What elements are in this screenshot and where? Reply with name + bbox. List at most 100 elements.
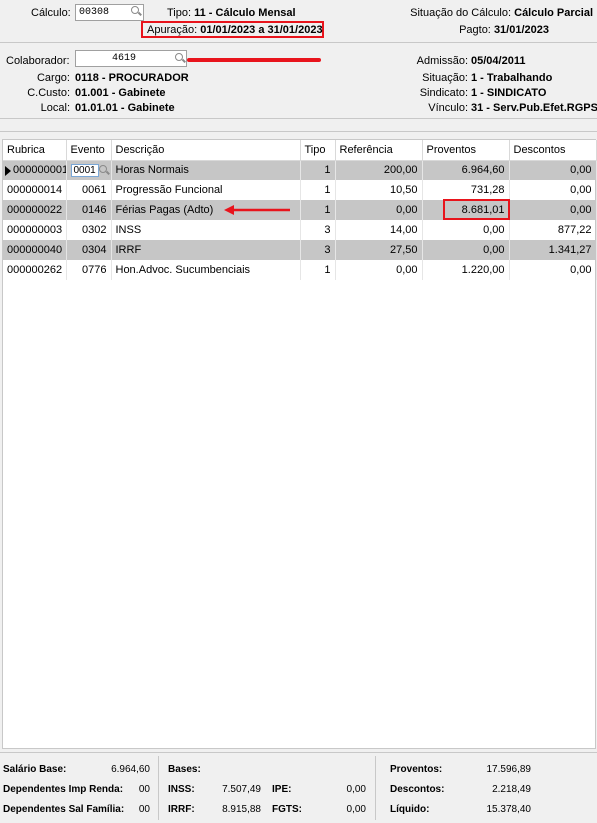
descricao-cell[interactable]: INSS [111, 220, 301, 240]
table-row[interactable]: 000000014 0061 Progressão Funcional 1 10… [3, 180, 597, 200]
situacao-calculo-row: Situação do Cálculo: Cálculo Parcial [384, 7, 593, 19]
calculo-value: 00308 [79, 7, 110, 18]
evento-cell[interactable]: 0146 [66, 200, 112, 220]
referencia-cell[interactable]: 0,00 [335, 260, 423, 280]
vinculo-value: 31 - Serv.Pub.Efet.RGPS [471, 102, 597, 114]
tipo-cell[interactable]: 3 [300, 220, 336, 240]
table-header-row: Rubrica Evento Descrição Tipo Referência… [3, 140, 597, 161]
tipo-cell[interactable]: 1 [300, 180, 336, 200]
evento-cell[interactable]: 0776 [66, 260, 112, 280]
evento-cell[interactable]: 0304 [66, 240, 112, 260]
inss-label: INSS: [168, 784, 195, 795]
rubrica-cell[interactable]: 000000003 [3, 220, 67, 240]
table-row[interactable]: 000000262 0776 Hon.Advoc. Sucumbenciais … [3, 260, 597, 280]
descricao-cell[interactable]: Progressão Funcional [111, 180, 301, 200]
pagto-value: 31/01/2023 [493, 24, 549, 36]
current-row-indicator-icon [5, 165, 11, 176]
table-row[interactable]: 000000040 0304 IRRF 3 27,50 0,00 1.341,2… [3, 240, 597, 260]
referencia-cell[interactable]: 0,00 [335, 200, 423, 220]
descontos-cell[interactable]: 877,22 [509, 220, 597, 240]
proventos-cell[interactable]: 6.964,60 [422, 160, 510, 180]
col-header-rubrica[interactable]: Rubrica [3, 140, 67, 161]
referencia-cell[interactable]: 14,00 [335, 220, 423, 240]
proventos-cell[interactable]: 731,28 [422, 180, 510, 200]
ccusto-label: C.Custo: [27, 87, 70, 99]
descontos-cell[interactable]: 0,00 [509, 180, 597, 200]
col-header-descontos[interactable]: Descontos [509, 140, 597, 161]
table-row[interactable]: 000000001 0001 Horas Normais 1 200,00 6.… [3, 160, 597, 180]
rubrica-cell[interactable]: 000000001 [3, 160, 67, 180]
dep-ir-label: Dependentes Imp Renda: [3, 784, 124, 795]
proventos-total-label: Proventos: [390, 764, 443, 775]
colaborador-value: 4619 [112, 53, 137, 64]
descontos-cell[interactable]: 0,00 [509, 260, 597, 280]
inss-value: 7.507,49 [222, 784, 261, 795]
redaction-bar [187, 58, 321, 62]
descricao-cell[interactable]: IRRF [111, 240, 301, 260]
rubrica-cell[interactable]: 000000262 [3, 260, 67, 280]
evento-cell[interactable]: 0302 [66, 220, 112, 240]
evento-cell[interactable]: 0001 [66, 160, 112, 180]
vinculo-label: Vínculo: [428, 102, 468, 114]
bases-label: Bases: [168, 764, 201, 775]
col-header-proventos[interactable]: Proventos [422, 140, 510, 161]
sindicato-label: Sindicato: [419, 87, 468, 99]
tipo-cell[interactable]: 1 [300, 200, 336, 220]
rubrica-cell[interactable]: 000000014 [3, 180, 67, 200]
cargo-label: Cargo: [36, 72, 70, 84]
header-divider [0, 42, 597, 43]
descontos-cell[interactable]: 0,00 [509, 200, 597, 220]
tipo-label: Tipo: [167, 7, 192, 19]
descricao-cell[interactable]: Horas Normais [111, 160, 301, 180]
footer-divider-2 [375, 756, 376, 820]
fgts-value: 0,00 [346, 804, 366, 815]
apuracao-row: Apuração: 01/01/2023 a 31/01/2023 [147, 24, 323, 36]
tipo-cell[interactable]: 1 [300, 160, 336, 180]
tipo-cell[interactable]: 1 [300, 260, 336, 280]
salario-base-label: Salário Base: [3, 764, 67, 775]
situacao-calculo-label: Situação do Cálculo: [410, 7, 512, 19]
proventos-cell[interactable]: 1.220,00 [422, 260, 510, 280]
irrf-label: IRRF: [168, 804, 195, 815]
colaborador-label: Colaborador: [6, 55, 70, 67]
apuracao-value: 01/01/2023 a 31/01/2023 [200, 24, 323, 36]
descontos-cell[interactable]: 0,00 [509, 160, 597, 180]
col-header-evento[interactable]: Evento [66, 140, 112, 161]
col-header-tipo[interactable]: Tipo [300, 140, 336, 161]
calculo-search-icon[interactable] [129, 5, 143, 19]
pagto-label: Pagto: [459, 24, 491, 36]
rubrica-cell[interactable]: 000000040 [3, 240, 67, 260]
liquido-value: 15.378,40 [486, 804, 532, 815]
descricao-cell[interactable]: Hon.Advoc. Sucumbenciais [111, 260, 301, 280]
col-header-referencia[interactable]: Referência [335, 140, 423, 161]
evento-search-icon[interactable] [97, 164, 111, 178]
table-row[interactable]: 000000003 0302 INSS 3 14,00 0,00 877,22 [3, 220, 597, 240]
evento-editor[interactable]: 0001 [70, 164, 99, 178]
referencia-cell[interactable]: 27,50 [335, 240, 423, 260]
evento-cell[interactable]: 0061 [66, 180, 112, 200]
rubricas-grid[interactable]: Rubrica Evento Descrição Tipo Referência… [2, 139, 597, 749]
proventos-highlight [443, 199, 510, 220]
apuracao-label: Apuração: [147, 24, 198, 36]
referencia-cell[interactable]: 10,50 [335, 180, 423, 200]
referencia-cell[interactable]: 200,00 [335, 160, 423, 180]
proventos-cell[interactable]: 0,00 [422, 240, 510, 260]
cargo-value: 0118 - PROCURADOR [75, 72, 189, 84]
situacao-calculo-value: Cálculo Parcial [514, 7, 593, 19]
sindicato-value: 1 - SINDICATO [471, 87, 547, 99]
tipo-value: 11 - Cálculo Mensal [194, 7, 296, 19]
local-value: 01.01.01 - Gabinete [75, 102, 175, 114]
colaborador-search-icon[interactable] [173, 52, 187, 66]
tipo-cell[interactable]: 3 [300, 240, 336, 260]
descontos-total-label: Descontos: [390, 784, 445, 795]
proventos-cell[interactable]: 0,00 [422, 220, 510, 240]
admissao-label: Admissão: [416, 55, 468, 67]
rubrica-cell[interactable]: 000000022 [3, 200, 67, 220]
colaborador-field[interactable]: 4619 [75, 50, 187, 67]
footer-divider-1 [158, 756, 159, 820]
admissao-value: 05/04/2011 [471, 55, 526, 67]
grid-top-divider [0, 131, 597, 132]
dep-sf-value: 00 [138, 804, 150, 815]
col-header-descricao[interactable]: Descrição [111, 140, 301, 161]
descontos-cell[interactable]: 1.341,27 [509, 240, 597, 260]
